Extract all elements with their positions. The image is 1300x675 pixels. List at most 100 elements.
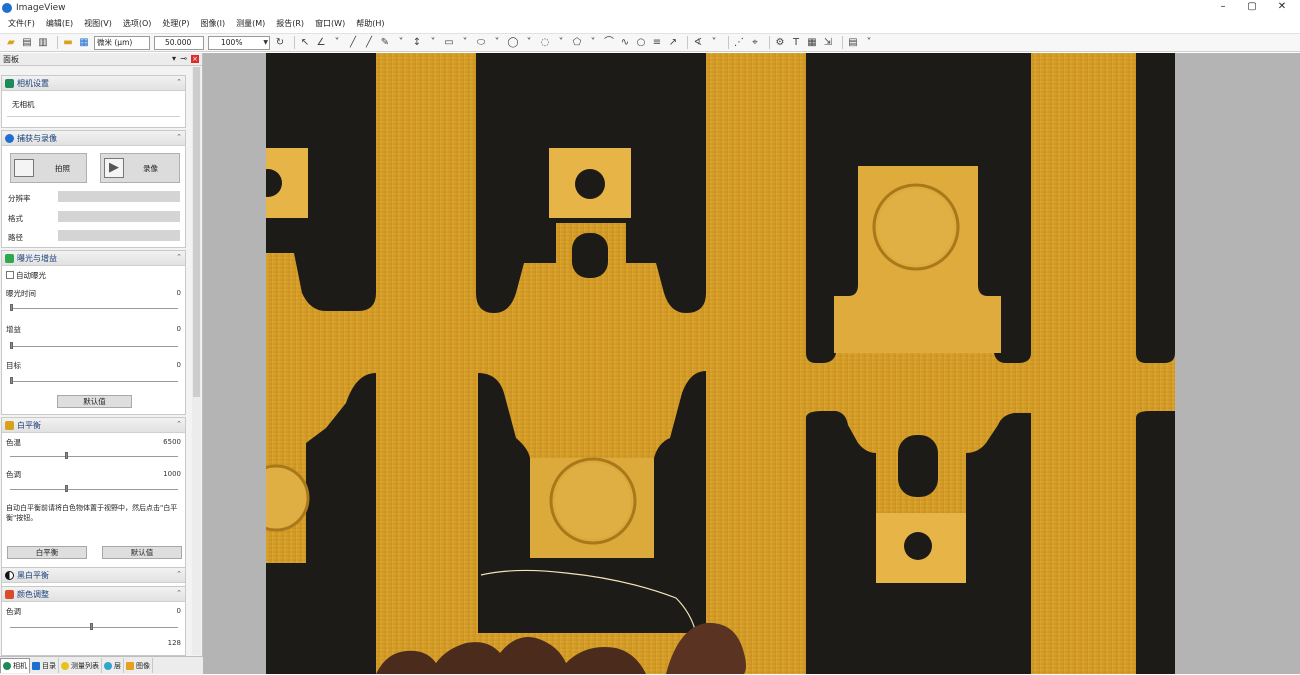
exposure-time-knob[interactable]	[10, 304, 13, 311]
resolution-select[interactable]	[58, 191, 180, 202]
white-balance-default-button[interactable]: 默认值	[102, 546, 182, 559]
collapse-icon[interactable]: ⌃	[176, 133, 182, 141]
calibrate-icon[interactable]: ⌖	[749, 37, 761, 49]
tab-camera[interactable]: 相机	[0, 658, 30, 673]
pointer-icon[interactable]: ↖	[299, 37, 311, 49]
angle-icon[interactable]: ∠	[315, 37, 327, 49]
tint-track[interactable]	[10, 489, 178, 490]
menu-file[interactable]: 文件(F)	[8, 18, 35, 29]
dropdown-icon[interactable]: ˅	[555, 37, 567, 49]
curve-icon[interactable]: ∿	[619, 37, 631, 49]
camera-panel-header[interactable]: 相机设置 ⌃	[2, 76, 185, 91]
scrollbar-thumb[interactable]	[193, 67, 200, 397]
dropdown-icon[interactable]: ˅	[331, 37, 343, 49]
exposure-default-button[interactable]: 默认值	[57, 395, 132, 408]
menu-options[interactable]: 选项(O)	[123, 18, 152, 29]
snap-button[interactable]: 拍照	[10, 153, 87, 183]
report-icon[interactable]: ▤	[847, 37, 859, 49]
white-balance-button[interactable]: 白平衡	[7, 546, 87, 559]
dropdown-icon[interactable]: ˅	[395, 37, 407, 49]
close-icon[interactable]: ×	[191, 55, 199, 63]
circle-icon[interactable]: ◯	[507, 37, 519, 49]
color-adjust-panel-header[interactable]: 颜色调整 ⌃	[2, 587, 185, 602]
color-temp-track[interactable]	[10, 456, 178, 457]
circle-outline-icon[interactable]: ○	[635, 37, 647, 49]
dropdown-icon[interactable]: ˅	[708, 37, 720, 49]
more-icon[interactable]: ˅	[863, 37, 875, 49]
record-button[interactable]: ▶ 录像	[100, 153, 180, 183]
collapse-icon[interactable]: ⌃	[176, 589, 182, 597]
arrow-icon[interactable]: ↗	[667, 37, 679, 49]
dropdown-icon[interactable]: ˅	[427, 37, 439, 49]
grid-icon[interactable]: ▦	[78, 37, 90, 49]
menu-view[interactable]: 视图(V)	[84, 18, 112, 29]
format-select[interactable]	[58, 211, 180, 222]
collapse-icon[interactable]: ⌃	[176, 78, 182, 86]
dropdown-icon[interactable]: ˅	[459, 37, 471, 49]
table-icon[interactable]: ▦	[806, 37, 818, 49]
sidebar-scrollbar[interactable]	[192, 67, 201, 655]
dropdown-icon[interactable]: ˅	[523, 37, 535, 49]
pin-icon[interactable]: ⊸	[180, 54, 187, 63]
tab-layers[interactable]: 层	[102, 658, 124, 673]
menu-help[interactable]: 帮助(H)	[356, 18, 384, 29]
ellipse-icon[interactable]: ⬭	[475, 37, 487, 49]
image-workspace[interactable]	[203, 53, 1300, 674]
target-knob[interactable]	[10, 377, 13, 384]
dropdown-icon[interactable]: ˅	[491, 37, 503, 49]
path-field[interactable]	[58, 230, 180, 241]
menu-process[interactable]: 处理(P)	[162, 18, 189, 29]
menu-window[interactable]: 窗口(W)	[315, 18, 345, 29]
vertical-line-icon[interactable]: ↕	[411, 37, 423, 49]
folder-icon[interactable]: ▬	[62, 37, 74, 49]
measure-angle-icon[interactable]: ∢	[692, 37, 704, 49]
pen-icon[interactable]: ✎	[379, 37, 391, 49]
gain-track[interactable]	[10, 346, 178, 347]
settings-icon[interactable]: ⚙	[774, 37, 786, 49]
gain-knob[interactable]	[10, 342, 13, 349]
minimize-button[interactable]: –	[1208, 0, 1238, 15]
white-balance-panel-header[interactable]: 白平衡 ⌃	[2, 418, 185, 433]
unit-select[interactable]: 微米 (μm)	[94, 35, 150, 50]
folder-open-icon[interactable]: ▰	[5, 37, 17, 49]
dropdown-icon[interactable]: ▾	[172, 54, 176, 63]
target-track[interactable]	[10, 381, 178, 382]
black-balance-panel-header[interactable]: 黑白平衡 ⌃	[2, 568, 185, 583]
magnification-select[interactable]: 50.000	[154, 35, 204, 50]
menu-measure[interactable]: 测量(M)	[236, 18, 265, 29]
rotate-icon[interactable]: ↻	[274, 37, 286, 49]
color-temp-knob[interactable]	[65, 452, 68, 459]
polygon-icon[interactable]: ⬠	[571, 37, 583, 49]
print-icon[interactable]: ▥	[37, 37, 49, 49]
close-button[interactable]: ✕	[1267, 0, 1297, 15]
arc-icon[interactable]: ⌒	[603, 37, 615, 49]
dropdown-icon[interactable]: ˅	[587, 37, 599, 49]
save-icon[interactable]: ▤	[21, 37, 33, 49]
exposure-panel-header[interactable]: 曝光与增益 ⌃	[2, 251, 185, 266]
rect-icon[interactable]: ▭	[443, 37, 455, 49]
export-icon[interactable]: ⇲	[822, 37, 834, 49]
hue-knob[interactable]	[90, 623, 93, 630]
tint-knob[interactable]	[65, 485, 68, 492]
line-icon[interactable]: ╱	[347, 37, 359, 49]
collapse-icon[interactable]: ⌃	[176, 570, 182, 578]
count-icon[interactable]: ⋰	[733, 37, 745, 49]
capture-panel-header[interactable]: 捕获与录像 ⌃	[2, 131, 185, 146]
tab-images[interactable]: 图像	[124, 658, 153, 673]
collapse-icon[interactable]: ⌃	[176, 253, 182, 261]
polyline-icon[interactable]: ╱	[363, 37, 375, 49]
menu-edit[interactable]: 编辑(E)	[46, 18, 73, 29]
menu-image[interactable]: 图像(I)	[200, 18, 225, 29]
menu-report[interactable]: 报告(R)	[276, 18, 304, 29]
collapse-icon[interactable]: ⌃	[176, 420, 182, 428]
tab-folder[interactable]: 目录	[30, 658, 59, 673]
microscope-image[interactable]	[266, 53, 1175, 674]
text-icon[interactable]: T	[790, 37, 802, 49]
tab-measurements[interactable]: 测量列表	[59, 658, 102, 673]
exposure-time-track[interactable]	[10, 308, 178, 309]
auto-exposure-checkbox[interactable]	[6, 271, 14, 279]
hue-track[interactable]	[10, 627, 178, 628]
circle-dashed-icon[interactable]: ◌	[539, 37, 551, 49]
parallel-icon[interactable]: ≡	[651, 37, 663, 49]
zoom-select[interactable]: 100% ▼	[208, 35, 270, 50]
